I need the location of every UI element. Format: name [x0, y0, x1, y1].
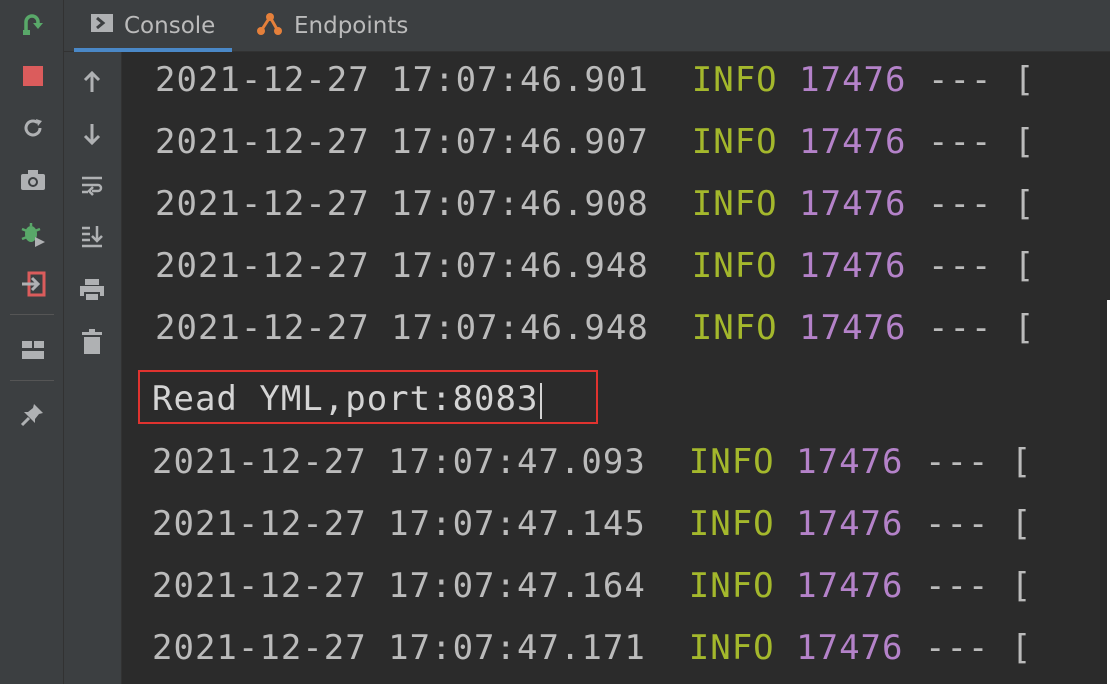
tab-label: Console — [124, 13, 216, 39]
log-line: 2021-12-27 17:07:46.948 INFO 17476 --- [ — [155, 246, 1035, 286]
console-icon — [90, 13, 114, 39]
log-timestamp: 2021-12-27 17:07:46.948 — [155, 308, 649, 348]
restore-icon[interactable] — [17, 112, 49, 144]
soft-wrap-icon[interactable] — [76, 170, 108, 202]
log-timestamp: 2021-12-27 17:07:47.164 — [152, 566, 646, 606]
screenshot-icon[interactable] — [17, 164, 49, 196]
log-timestamp: 2021-12-27 17:07:46.948 — [155, 246, 649, 286]
log-pid: 17476 — [799, 246, 907, 286]
tool-window-tabs: Console Endpoints — [64, 0, 1110, 52]
text-caret — [540, 382, 543, 419]
log-line: 2021-12-27 17:07:47.145 INFO 17476 --- [ — [152, 504, 1032, 544]
log-level: INFO — [688, 628, 775, 668]
log-level: INFO — [691, 246, 778, 286]
up-arrow-icon[interactable] — [76, 66, 108, 98]
log-level: INFO — [688, 566, 775, 606]
output-text: Read YML,port:8083 — [152, 379, 539, 419]
toolbar-separator — [10, 314, 54, 315]
log-thread-bracket: [ — [1013, 246, 1036, 286]
log-level: INFO — [688, 442, 775, 482]
pin-icon[interactable] — [17, 398, 49, 430]
log-separator: --- — [927, 122, 993, 162]
log-level: INFO — [691, 122, 778, 162]
debug-icon[interactable] — [17, 218, 49, 250]
log-thread-bracket: [ — [1013, 308, 1036, 348]
trash-icon[interactable] — [76, 326, 108, 358]
log-pid: 17476 — [799, 308, 907, 348]
layout-icon[interactable] — [17, 334, 49, 366]
log-thread-bracket: [ — [1010, 504, 1033, 544]
log-separator: --- — [924, 566, 990, 606]
log-pid: 17476 — [799, 122, 907, 162]
stop-icon[interactable] — [17, 60, 49, 92]
log-separator: --- — [924, 628, 990, 668]
log-level: INFO — [688, 504, 775, 544]
log-pid: 17476 — [796, 442, 904, 482]
log-pid: 17476 — [796, 504, 904, 544]
log-timestamp: 2021-12-27 17:07:46.907 — [155, 122, 649, 162]
log-separator: --- — [927, 308, 993, 348]
log-pid: 17476 — [796, 628, 904, 668]
log-level: INFO — [691, 308, 778, 348]
log-separator: --- — [927, 184, 993, 224]
log-timestamp: 2021-12-27 17:07:47.093 — [152, 442, 646, 482]
log-pid: 17476 — [799, 184, 907, 224]
log-timestamp: 2021-12-27 17:07:46.908 — [155, 184, 649, 224]
log-line: 2021-12-27 17:07:47.093 INFO 17476 --- [ — [152, 442, 1032, 482]
log-level: INFO — [691, 184, 778, 224]
highlighted-output-line: Read YML,port:8083 — [152, 379, 543, 419]
endpoints-icon — [256, 11, 284, 41]
log-thread-bracket: [ — [1013, 184, 1036, 224]
log-thread-bracket: [ — [1010, 442, 1033, 482]
down-arrow-icon[interactable] — [76, 118, 108, 150]
tab-endpoints[interactable]: Endpoints — [240, 0, 420, 52]
log-line: 2021-12-27 17:07:47.171 INFO 17476 --- [ — [152, 628, 1032, 668]
exit-icon[interactable] — [17, 268, 49, 300]
log-line: 2021-12-27 17:07:46.908 INFO 17476 --- [ — [155, 184, 1035, 224]
log-line: 2021-12-27 17:07:46.907 INFO 17476 --- [ — [155, 122, 1035, 162]
log-line: 2021-12-27 17:07:46.948 INFO 17476 --- [ — [155, 308, 1035, 348]
log-timestamp: 2021-12-27 17:07:47.145 — [152, 504, 646, 544]
run-toolbar — [0, 0, 64, 684]
log-separator: --- — [927, 60, 993, 100]
log-timestamp: 2021-12-27 17:07:47.171 — [152, 628, 646, 668]
log-line: 2021-12-27 17:07:46.901 INFO 17476 --- [ — [155, 60, 1035, 100]
log-level: INFO — [691, 60, 778, 100]
log-thread-bracket: [ — [1013, 60, 1036, 100]
log-pid: 17476 — [799, 60, 907, 100]
log-thread-bracket: [ — [1013, 122, 1036, 162]
log-separator: --- — [924, 504, 990, 544]
print-icon[interactable] — [76, 274, 108, 306]
log-timestamp: 2021-12-27 17:07:46.901 — [155, 60, 649, 100]
console-toolbar — [64, 52, 122, 684]
toolbar-separator — [10, 380, 54, 381]
log-thread-bracket: [ — [1010, 628, 1033, 668]
scroll-to-end-icon[interactable] — [76, 220, 108, 252]
log-thread-bracket: [ — [1010, 566, 1033, 606]
rerun-icon[interactable] — [17, 8, 49, 40]
tab-label: Endpoints — [294, 13, 409, 39]
console-output[interactable]: 2021-12-27 17:07:46.901 INFO 17476 --- [… — [122, 52, 1110, 684]
log-pid: 17476 — [796, 566, 904, 606]
log-separator: --- — [927, 246, 993, 286]
log-separator: --- — [924, 442, 990, 482]
log-line: 2021-12-27 17:07:47.164 INFO 17476 --- [ — [152, 566, 1032, 606]
tab-console[interactable]: Console — [74, 0, 232, 52]
